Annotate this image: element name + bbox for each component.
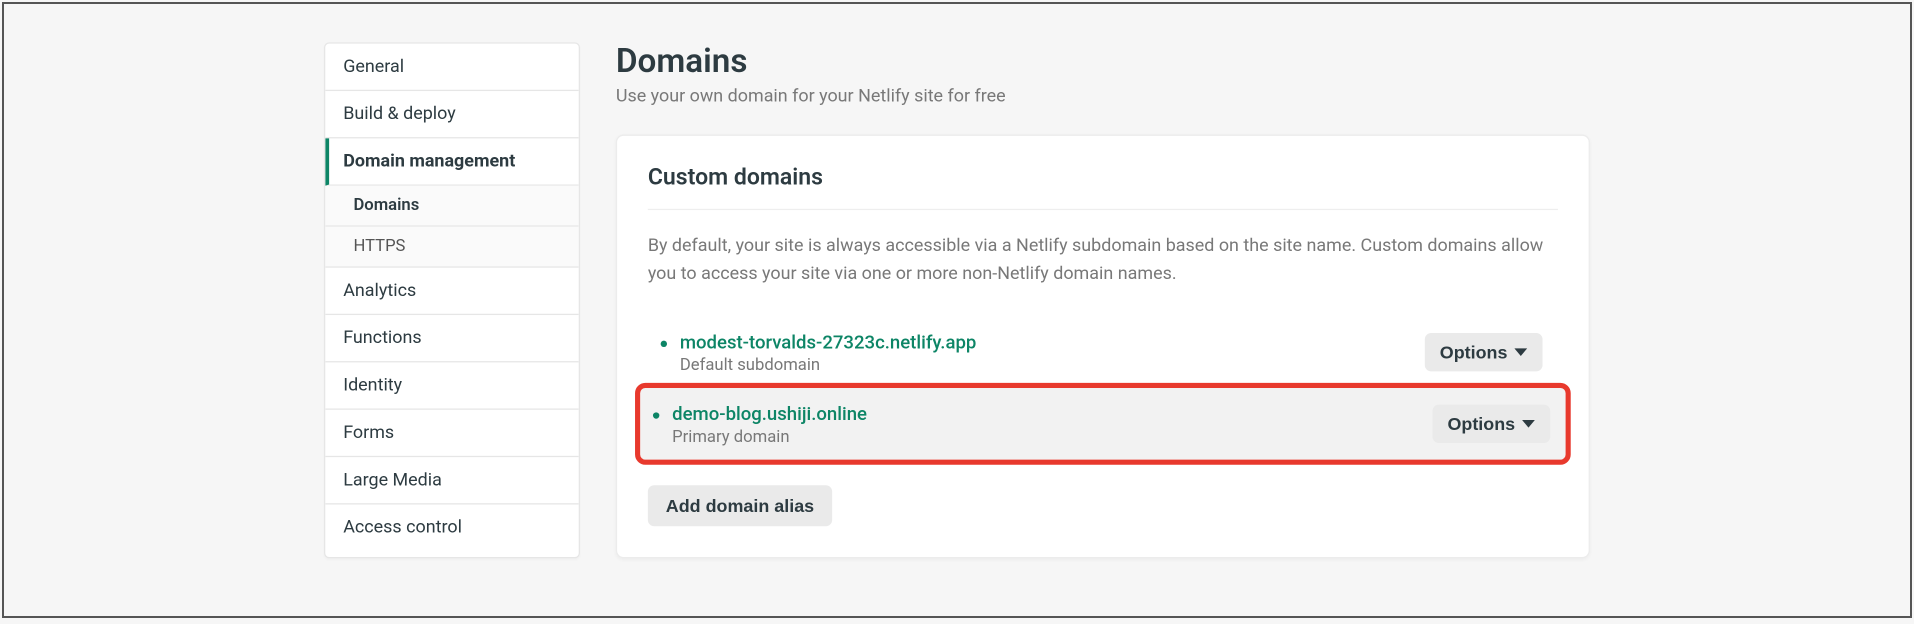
custom-domains-card: Custom domains By default, your site is … — [616, 135, 1590, 559]
domain-link[interactable]: modest-torvalds-27323c.netlify.app — [680, 332, 977, 354]
add-domain-alias-button[interactable]: Add domain alias — [648, 486, 832, 527]
main-content: Domains Use your own domain for your Net… — [616, 42, 1590, 558]
domain-row-primary: demo-blog.ushiji.online Primary domain O… — [640, 388, 1565, 460]
sidebar: General Build & deploy Domain management… — [324, 42, 580, 558]
card-description: By default, your site is always accessib… — [648, 233, 1558, 289]
bullet-icon — [653, 413, 659, 419]
page-title: Domains — [616, 42, 1590, 80]
sidebar-item-domain-management[interactable]: Domain management — [325, 138, 578, 185]
page-subtitle: Use your own domain for your Netlify sit… — [616, 86, 1590, 106]
sidebar-item-functions[interactable]: Functions — [325, 315, 578, 362]
bullet-icon — [661, 341, 667, 347]
sidebar-item-build-deploy[interactable]: Build & deploy — [325, 91, 578, 138]
domain-row-default: modest-torvalds-27323c.netlify.app Defau… — [648, 317, 1558, 389]
options-button[interactable]: Options — [1424, 333, 1542, 371]
domain-text: modest-torvalds-27323c.netlify.app Defau… — [680, 330, 1425, 376]
sidebar-subitem-domains[interactable]: Domains — [325, 186, 578, 227]
sidebar-item-analytics[interactable]: Analytics — [325, 268, 578, 315]
domain-sublabel: Primary domain — [672, 428, 1432, 447]
chevron-down-icon — [1522, 419, 1535, 429]
options-button[interactable]: Options — [1432, 405, 1550, 443]
domain-list: modest-torvalds-27323c.netlify.app Defau… — [648, 317, 1558, 460]
domain-text: demo-blog.ushiji.online Primary domain — [672, 401, 1432, 447]
sidebar-item-forms[interactable]: Forms — [325, 410, 578, 457]
sidebar-item-access-control[interactable]: Access control — [325, 504, 578, 550]
card-title: Custom domains — [648, 164, 1558, 210]
options-label: Options — [1440, 342, 1508, 362]
sidebar-item-large-media[interactable]: Large Media — [325, 457, 578, 504]
sidebar-item-general[interactable]: General — [325, 44, 578, 91]
sidebar-subitem-https[interactable]: HTTPS — [325, 227, 578, 268]
options-label: Options — [1447, 414, 1515, 434]
chevron-down-icon — [1514, 348, 1527, 358]
domain-sublabel: Default subdomain — [680, 356, 1425, 375]
domain-link[interactable]: demo-blog.ushiji.online — [672, 404, 867, 426]
sidebar-item-identity[interactable]: Identity — [325, 362, 578, 409]
